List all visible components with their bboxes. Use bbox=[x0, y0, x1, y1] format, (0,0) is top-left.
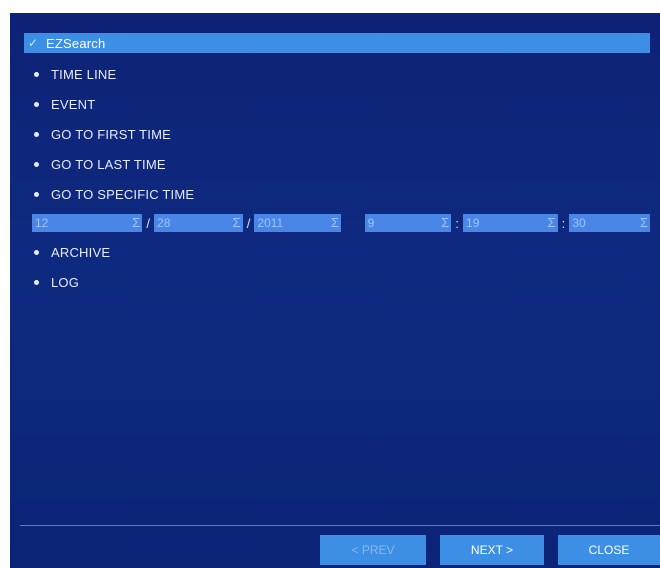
minute-value: 19 bbox=[466, 216, 480, 230]
hour-field[interactable]: 9 Σ bbox=[364, 214, 452, 232]
menu-item-label: GO TO LAST TIME bbox=[51, 156, 166, 172]
month-field[interactable]: 12 Σ bbox=[32, 214, 143, 232]
minute-field[interactable]: 19 Σ bbox=[463, 214, 558, 232]
bullet-icon bbox=[34, 191, 39, 197]
menu-item-event[interactable]: EVENT bbox=[24, 89, 650, 119]
spin-icon[interactable]: Σ bbox=[132, 215, 140, 230]
year-value: 2011 bbox=[257, 216, 284, 230]
menu-item-archive[interactable]: ARCHIVE bbox=[24, 237, 650, 267]
bullet-icon bbox=[34, 131, 39, 137]
spin-icon[interactable]: Σ bbox=[441, 215, 449, 230]
menu-item-go-to-specific-time[interactable]: GO TO SPECIFIC TIME bbox=[24, 179, 650, 209]
bullet-icon bbox=[34, 249, 39, 255]
bullet-icon bbox=[34, 161, 39, 167]
second-field[interactable]: 30 Σ bbox=[569, 214, 650, 232]
menu-item-label: GO TO FIRST TIME bbox=[51, 126, 171, 142]
close-button[interactable]: CLOSE bbox=[558, 535, 660, 565]
spin-icon[interactable]: Σ bbox=[547, 215, 555, 230]
spin-icon[interactable]: Σ bbox=[640, 215, 648, 230]
bullet-icon bbox=[34, 101, 39, 107]
menu-item-label: EVENT bbox=[51, 96, 96, 112]
spin-icon[interactable]: Σ bbox=[233, 215, 241, 230]
search-dialog: ✓ EZSearch TIME LINE EVENT GO TO FIRST T… bbox=[10, 13, 660, 568]
specific-time-row: 12 Σ / 28 Σ / 2011 Σ 9 Σ : 19 Σ : 30 Σ bbox=[32, 209, 650, 237]
time-separator: : bbox=[455, 215, 459, 231]
menu-item-label: TIME LINE bbox=[51, 66, 117, 82]
day-field[interactable]: 28 Σ bbox=[154, 214, 243, 232]
year-field[interactable]: 2011 Σ bbox=[254, 214, 341, 232]
menu-item-log[interactable]: LOG bbox=[24, 267, 650, 297]
date-separator: / bbox=[146, 215, 150, 231]
date-separator: / bbox=[246, 215, 251, 231]
hour-value: 9 bbox=[367, 216, 375, 230]
search-menu: ✓ EZSearch TIME LINE EVENT GO TO FIRST T… bbox=[24, 33, 650, 297]
menu-item-label: GO TO SPECIFIC TIME bbox=[51, 186, 195, 202]
menu-item-label: EZSearch bbox=[46, 35, 106, 51]
menu-item-ezsearch[interactable]: ✓ EZSearch bbox=[24, 33, 650, 53]
spin-icon[interactable]: Σ bbox=[331, 215, 339, 230]
second-value: 30 bbox=[572, 216, 586, 230]
menu-item-label: LOG bbox=[51, 274, 80, 290]
menu-item-go-to-last-time[interactable]: GO TO LAST TIME bbox=[24, 149, 650, 179]
footer-divider bbox=[20, 525, 660, 526]
menu-item-time-line[interactable]: TIME LINE bbox=[24, 59, 650, 89]
menu-item-go-to-first-time[interactable]: GO TO FIRST TIME bbox=[24, 119, 650, 149]
prev-button[interactable]: < PREV bbox=[320, 535, 426, 565]
menu-item-label: ARCHIVE bbox=[51, 244, 111, 260]
time-separator: : bbox=[561, 215, 566, 231]
check-icon: ✓ bbox=[28, 36, 39, 50]
next-button[interactable]: NEXT > bbox=[440, 535, 544, 565]
month-value: 12 bbox=[35, 216, 49, 230]
bullet-icon bbox=[34, 71, 39, 77]
bullet-icon bbox=[34, 279, 39, 285]
day-value: 28 bbox=[157, 216, 171, 230]
